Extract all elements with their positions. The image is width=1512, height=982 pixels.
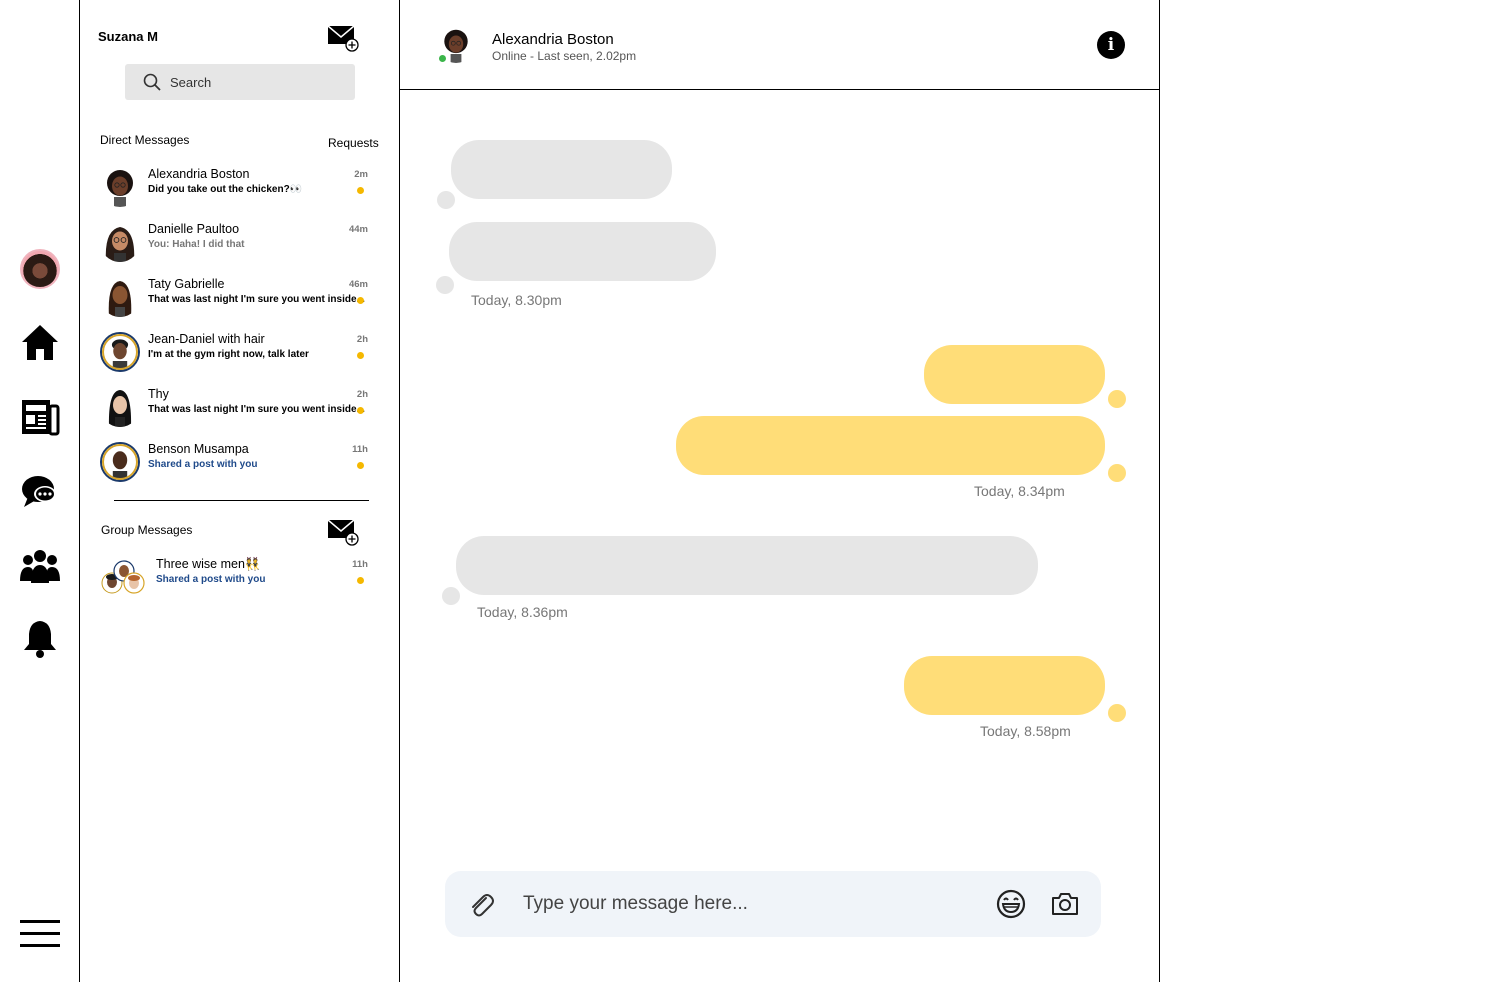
unread-dot <box>357 462 364 469</box>
hamburger-menu-icon[interactable] <box>20 914 60 954</box>
bubble-tail <box>442 587 460 605</box>
message-timestamp: Today, 8.58pm <box>980 723 1071 739</box>
chat-bubble-icon[interactable] <box>20 471 60 511</box>
dm-time: 2m <box>354 169 368 180</box>
dm-item-taty-gabrielle[interactable]: Taty Gabrielle That was last night I'm s… <box>98 273 388 321</box>
dm-preview: That was last night I'm sure you went in… <box>148 404 365 415</box>
outgoing-message-bubble[interactable] <box>904 656 1105 715</box>
unread-dot <box>357 407 364 414</box>
dm-name: Benson Musampa <box>148 442 249 456</box>
home-icon[interactable] <box>20 322 60 362</box>
dm-time: 11h <box>352 444 368 455</box>
emoji-icon[interactable] <box>996 889 1026 919</box>
dm-time: 46m <box>348 279 368 290</box>
outgoing-message-bubble[interactable] <box>676 416 1105 475</box>
incoming-message-bubble[interactable] <box>456 536 1038 595</box>
dm-preview: I'm at the gym right now, talk later <box>148 349 309 360</box>
avatar <box>100 387 140 427</box>
dm-time: 2h <box>356 334 368 345</box>
incoming-message-bubble[interactable] <box>451 140 672 199</box>
dm-name: Danielle Paultoo <box>148 222 240 236</box>
group-item-three-wise-men[interactable]: Three wise men👯 Shared a post with you 1… <box>98 553 388 601</box>
dm-item-danielle-paultoo[interactable]: Danielle Paultoo You: Haha! I did that 4… <box>98 218 388 266</box>
conversation-list-panel: Suzana M Search Direct Messages Requests… <box>80 0 400 982</box>
nav-rail <box>0 0 80 982</box>
unread-dot <box>357 352 364 359</box>
paperclip-icon[interactable] <box>467 890 495 918</box>
group-preview: Shared a post with you <box>156 574 266 585</box>
search-icon <box>143 73 161 91</box>
newspaper-icon[interactable] <box>20 397 60 437</box>
dm-time: 44m <box>348 224 368 235</box>
bubble-tail <box>436 276 454 294</box>
avatar <box>100 277 140 317</box>
unread-dot <box>357 187 364 194</box>
avatar <box>100 167 140 207</box>
bubble-tail <box>1108 390 1126 408</box>
profile-avatar[interactable] <box>20 249 60 289</box>
dm-preview: You: Haha! I did that <box>148 239 245 250</box>
outgoing-message-bubble[interactable] <box>924 345 1105 404</box>
dm-name: Alexandria Boston <box>148 167 250 181</box>
bubble-tail <box>1108 464 1126 482</box>
group-avatar <box>100 557 148 597</box>
group-name: Three wise men👯 <box>156 557 261 571</box>
search-input[interactable]: Search <box>125 64 355 100</box>
message-timestamp: Today, 8.36pm <box>477 604 568 620</box>
bubble-tail <box>1108 704 1126 722</box>
contact-status: Online - Last seen, 2.02pm <box>492 49 637 63</box>
unread-dot <box>357 297 364 304</box>
dm-preview: Did you take out the chicken?👀 <box>148 184 303 195</box>
online-indicator <box>438 54 447 63</box>
dm-name: Taty Gabrielle <box>148 277 225 291</box>
dm-preview: That was last night I'm sure you went in… <box>148 294 365 305</box>
bell-icon[interactable] <box>20 618 60 658</box>
group-messages-title: Group Messages <box>101 523 193 537</box>
new-message-button[interactable] <box>327 24 359 52</box>
avatar <box>100 442 140 482</box>
requests-link[interactable]: Requests <box>328 136 379 150</box>
camera-icon[interactable] <box>1050 889 1080 919</box>
dm-time: 2h <box>356 389 368 400</box>
chat-header: Alexandria Boston Online - Last seen, 2.… <box>400 0 1160 90</box>
info-icon[interactable]: i <box>1097 31 1125 59</box>
message-input[interactable] <box>523 889 963 919</box>
unread-dot <box>357 577 364 584</box>
dm-item-jean-daniel[interactable]: Jean-Daniel with hair I'm at the gym rig… <box>98 328 388 376</box>
message-timestamp: Today, 8.30pm <box>471 292 562 308</box>
dm-item-benson-musampa[interactable]: Benson Musampa Shared a post with you 11… <box>98 438 388 486</box>
current-user-name: Suzana M <box>98 29 158 44</box>
message-composer <box>445 871 1101 937</box>
search-placeholder: Search <box>170 74 212 90</box>
divider <box>114 500 369 501</box>
avatar <box>100 222 140 262</box>
group-icon[interactable] <box>20 545 60 585</box>
dm-name: Jean-Daniel with hair <box>148 332 265 346</box>
bubble-tail <box>437 191 455 209</box>
new-group-message-button[interactable] <box>327 518 359 546</box>
dm-name: Thy <box>148 387 169 401</box>
dm-preview: Shared a post with you <box>148 459 258 470</box>
message-timestamp: Today, 8.34pm <box>974 483 1065 499</box>
group-time: 11h <box>352 559 368 570</box>
avatar <box>100 332 140 372</box>
chat-panel: Alexandria Boston Online - Last seen, 2.… <box>400 0 1160 982</box>
contact-name: Alexandria Boston <box>492 31 614 48</box>
dm-item-thy[interactable]: Thy That was last night I'm sure you wen… <box>98 383 388 431</box>
incoming-message-bubble[interactable] <box>449 222 716 281</box>
direct-messages-title: Direct Messages <box>100 133 190 147</box>
dm-item-alexandria-boston[interactable]: Alexandria Boston Did you take out the c… <box>98 163 388 211</box>
